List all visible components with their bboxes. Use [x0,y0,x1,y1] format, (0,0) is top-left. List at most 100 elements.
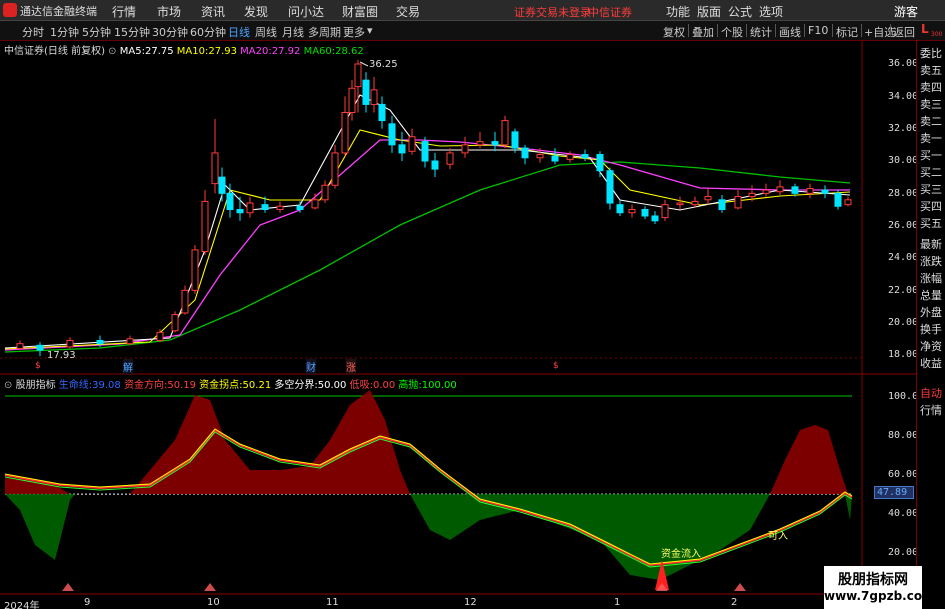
price-tick: 22.00 [888,285,919,296]
indicator-name[interactable]: 股朋指标 [16,380,56,391]
quote-item-ask3[interactable]: 卖三 [920,96,945,112]
candle-body [821,189,829,194]
ma10-value: 27.93 [208,46,237,57]
ma5-label: MA5: [119,46,145,57]
price-tick: 36.00 [888,58,919,69]
candle-body [311,199,319,209]
quote-item-volume[interactable]: 总量 [920,287,945,303]
indicator-settings-icon[interactable]: ⊙ [4,380,12,391]
ma10-line [4,129,851,350]
high-price-label: 36.25 [369,59,398,70]
event-marker-limit-up[interactable]: 涨 [346,359,356,374]
indicator-tick: 100.0 [888,391,919,402]
event-marker-finance[interactable]: 财 [306,359,316,374]
fund-above-area [770,425,848,495]
date-tick: 10 [207,597,220,608]
ma20-line [4,139,850,351]
candle-body [16,343,24,350]
dividend-marker: $ [553,361,559,371]
candle-body [348,87,356,113]
candle-body [536,154,544,159]
indicator-tick: 20.00 [888,547,919,558]
candle-body [616,204,624,214]
indicator-tick: 40.00 [888,508,919,519]
indicator-info: ⊙ 股朋指标 生命线:39.08 资金方向:50.19 资金拐点:50.21 多… [4,376,457,391]
price-tick: 28.00 [888,188,919,199]
watermark-title: 股朋指标网 [838,572,908,588]
watermark-logo: 股朋指标网 www.7gpzb.com [824,566,935,609]
fund-turning-label: 资金拐点: [199,380,243,391]
candle-body [806,187,814,194]
fund-below-area [5,494,75,560]
quote-item-ask2[interactable]: 卖二 [920,113,945,129]
ma5-line [4,94,851,349]
candle-body [421,141,429,162]
quote-item-bid3[interactable]: 买三 [920,181,945,197]
candle-body [236,209,244,214]
date-tick: 12 [464,597,477,608]
bull-bear-value: 50.00 [317,380,347,391]
date-tick: 11 [326,597,339,608]
candle-body [834,192,842,207]
quote-item-order-ratio[interactable]: 委比 [920,45,945,61]
quote-item-ask4[interactable]: 卖四 [920,79,945,95]
quote-panel: 委比 卖五 卖四 卖三 卖二 卖一 买一 买二 买三 买四 买五 最新 涨跌 涨… [916,41,945,609]
price-tick: 24.00 [888,252,919,263]
quote-item-change[interactable]: 涨跌 [920,253,945,269]
event-marker-unlock[interactable]: 解 [123,359,133,374]
candle-body [378,103,386,122]
quote-item-net-asset[interactable]: 净资 [920,338,945,354]
candle-body [734,196,742,209]
price-tick: 32.00 [888,123,919,134]
candle-body [551,155,559,162]
buy-signal-arrow [62,583,74,591]
candle-body [388,123,396,146]
candle-body [776,186,784,193]
candle-body [171,314,179,332]
level-badge-sub: 300 [931,31,943,38]
date-tick: 2 [731,597,738,608]
ma5-value: 27.75 [144,46,174,57]
candle-body [566,154,574,160]
candle-body [581,154,589,159]
candle-body [501,120,509,146]
candle-body [201,200,209,253]
chart-canvas[interactable]: $$$ [0,0,916,609]
can-enter-annotation: 可入 [768,531,788,542]
fund-direction-label: 资金方向: [123,380,168,391]
candle-body [762,189,770,194]
quote-item-outer[interactable]: 外盘 [920,304,945,320]
fund-inflow-annotation: 资金流入 [661,549,701,560]
fund-turning-value: 50.21 [242,380,272,391]
candle-body [211,152,219,185]
quote-item-bid2[interactable]: 买二 [920,164,945,180]
quote-item-turnover[interactable]: 换手 [920,321,945,337]
auto-quote-toggle[interactable]: 自动 [920,385,945,401]
candle-body [521,147,529,159]
indicator-current-value: 47.89 [874,486,914,499]
quote-item-ask1[interactable]: 卖一 [920,130,945,146]
candle-body [844,199,852,206]
buy-signal-arrow [204,583,216,591]
candle-body [354,63,362,88]
candle-body [218,176,226,194]
chart-mode: (日线 前复权) [44,46,105,57]
candle-body [651,215,659,222]
candle-body [261,204,269,210]
quote-toggle[interactable]: 行情 [920,402,945,418]
quote-item-change-pct[interactable]: 涨幅 [920,270,945,286]
quote-item-bid5[interactable]: 买五 [920,215,945,231]
quote-item-last[interactable]: 最新 [920,236,945,252]
quote-item-bid1[interactable]: 买一 [920,147,945,163]
candle-body [362,79,370,105]
candle-body [431,160,439,170]
quote-item-bid4[interactable]: 买四 [920,198,945,214]
settings-icon[interactable]: ⊙ [108,46,116,57]
candle-body [446,152,454,165]
candle-body [36,344,44,351]
quote-item-ask5[interactable]: 卖五 [920,62,945,78]
quote-item-eps[interactable]: 收益 [920,355,945,371]
candle-body [791,186,799,194]
stock-name[interactable]: 中信证券 [4,46,44,57]
ma60-value: 28.62 [335,46,364,57]
